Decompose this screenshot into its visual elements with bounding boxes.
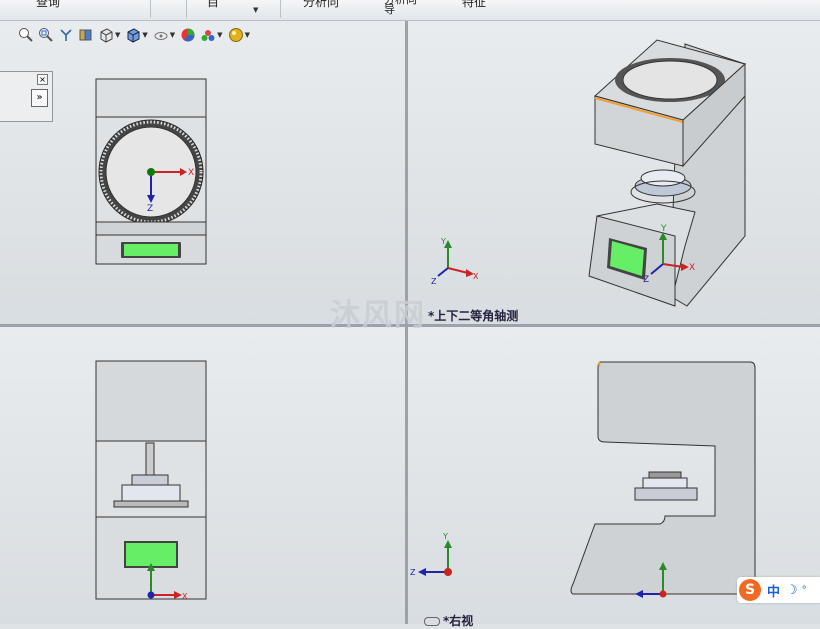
section-view-icon[interactable] [77,26,95,44]
view-label-right-text: *右视 [443,614,474,628]
link-icon [424,617,440,626]
right-view-model [570,361,756,598]
expand-panel-button[interactable]: » [31,89,48,107]
ribbon-item-analysis-wizard[interactable]: 分析向导 [384,0,424,15]
ribbon-item-query[interactable]: 查询 [36,0,60,10]
svg-text:Z: Z [410,568,416,577]
svg-text:Z: Z [643,275,649,285]
moon-icon[interactable]: ☽ [786,583,798,598]
axis-label-y: Y [440,237,446,246]
close-icon[interactable]: × [37,74,48,85]
isometric-view-model: X Y Z [588,39,747,307]
punctuation-icon[interactable]: ° [802,585,807,596]
ribbon-separator [280,0,281,18]
triad-right: Y Z [410,532,452,577]
ribbon-item-analysis[interactable]: 分析向 [303,0,339,10]
watermark-text: 沐风网 [330,298,426,333]
top-view-model: X [95,360,207,601]
ribbon-item-feature[interactable]: 特征 [462,0,486,10]
svg-text:X: X [689,263,695,273]
svg-text:X: X [182,592,188,601]
triad-isometric: Y X Z [431,237,479,284]
chevron-down-icon[interactable]: ▼ [142,31,147,39]
apply-scene-icon[interactable] [199,26,217,44]
view-orientation-icon[interactable] [97,26,115,44]
previous-view-icon[interactable] [57,26,75,44]
chevron-down-icon[interactable]: ▼ [217,31,222,39]
view-label-right: *右视 [424,612,473,629]
chevron-down-icon[interactable]: ▼ [253,6,258,14]
chevron-down-icon[interactable]: ▼ [245,31,250,39]
svg-text:X: X [188,168,194,178]
svg-text:Y: Y [660,224,667,234]
ribbon-separator [186,0,187,18]
ime-toolbar[interactable]: S 中 ☽ ° [737,577,820,603]
command-ribbon: 查询 目 ▼ 分析向 分析向导 特征 [0,0,820,21]
svg-text:Z: Z [147,204,153,214]
edit-appearance-icon[interactable] [179,26,197,44]
hide-show-items-icon[interactable] [152,26,170,44]
view-settings-icon[interactable] [227,26,245,44]
view-label-isometric: *上下二等角轴测 [428,309,519,323]
sogou-logo-icon[interactable]: S [739,579,761,601]
ribbon-separator [150,0,151,18]
display-style-icon[interactable] [124,26,142,44]
zoom-to-fit-icon[interactable] [17,26,35,44]
ribbon-item-catalog[interactable]: 目 [207,0,219,10]
heads-up-view-toolbar: ▼ ▼ ▼ ▼ ▼ [17,26,252,44]
axis-label-x: X [473,272,479,281]
ime-mode-label[interactable]: 中 [767,581,780,600]
floating-property-panel: × » [0,71,53,122]
chevron-down-icon[interactable]: ▼ [115,31,120,39]
zoom-area-icon[interactable] [37,26,55,44]
axis-label-z: Z [431,277,437,284]
front-view-model: X Z [95,78,207,265]
chevron-down-icon[interactable]: ▼ [170,31,175,39]
svg-text:Y: Y [442,532,448,541]
